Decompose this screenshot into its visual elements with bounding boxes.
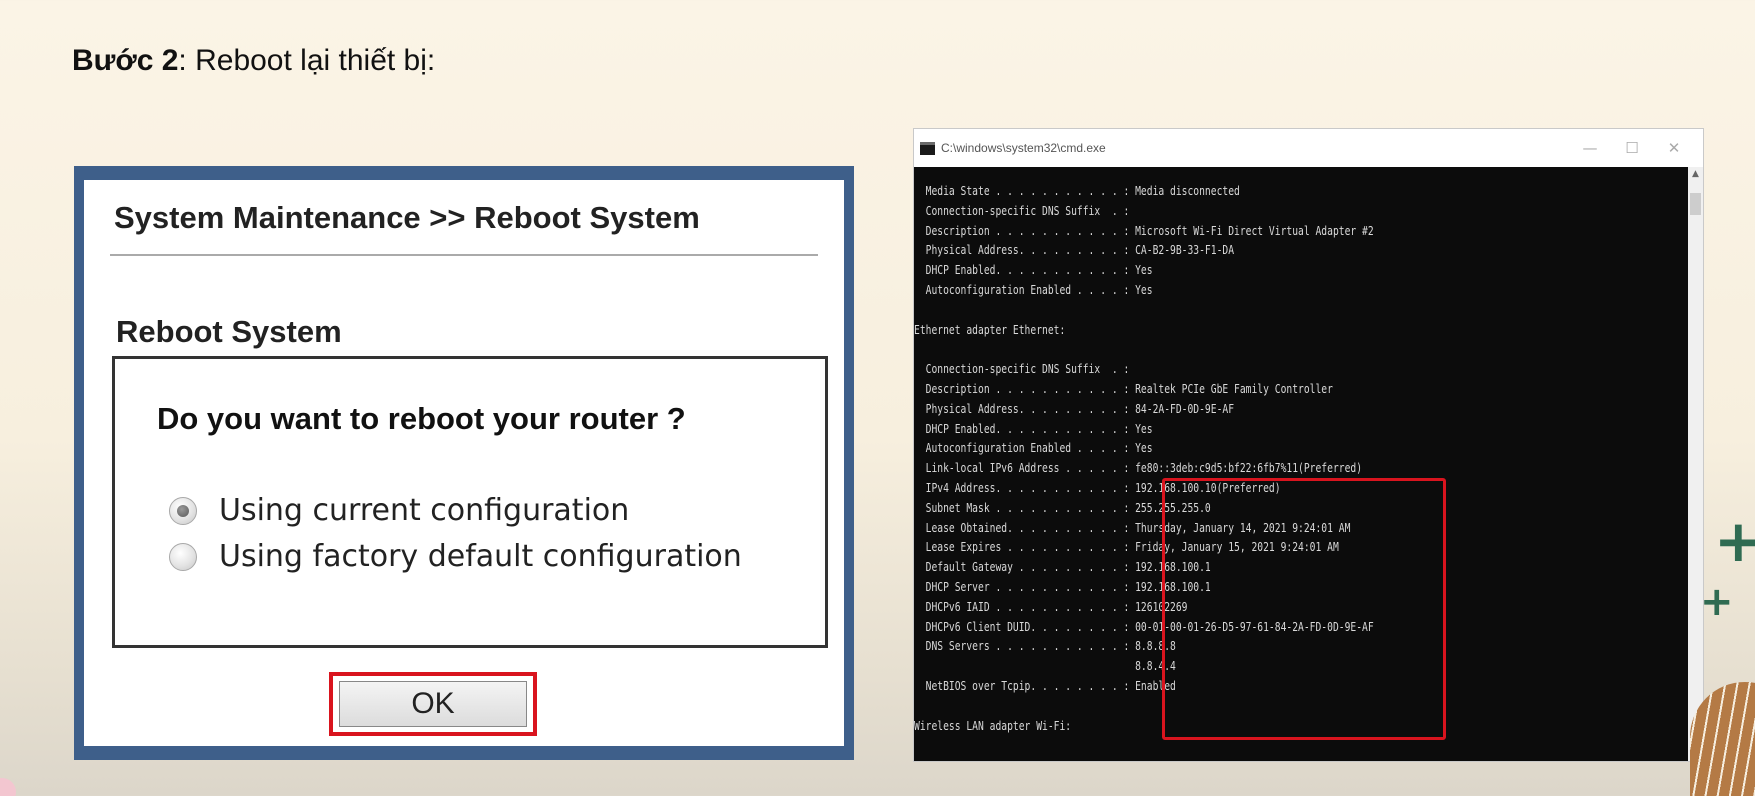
scroll-up-icon[interactable]: ▲ xyxy=(1688,167,1703,181)
ok-button[interactable]: OK xyxy=(339,681,527,727)
scroll-thumb[interactable] xyxy=(1690,193,1701,215)
close-icon[interactable]: ✕ xyxy=(1653,139,1695,157)
circle-decoration xyxy=(0,778,16,796)
ip-config-highlight xyxy=(1162,478,1446,740)
scrollbar[interactable]: ▲ ▼ xyxy=(1688,167,1703,761)
step-heading: Bước 2: Reboot lại thiết bị: xyxy=(72,44,435,78)
plus-decoration-icon: + xyxy=(1714,507,1755,575)
router-panel-content: System Maintenance >> Reboot System Rebo… xyxy=(84,180,844,746)
console-line: Physical Address. . . . . . . . . : 84-2… xyxy=(914,400,1235,416)
cmd-titlebar: C:\windows\system32\cmd.exe — ☐ ✕ xyxy=(914,129,1703,167)
radio-factory-default[interactable] xyxy=(169,542,197,571)
console-line: DHCP Enabled. . . . . . . . . . . : Yes xyxy=(914,262,1153,278)
plus-decoration-icon: + xyxy=(1700,579,1734,625)
radio-current-config[interactable] xyxy=(169,496,197,525)
option-label: Using current configuration xyxy=(219,493,630,528)
window-controls: — ☐ ✕ xyxy=(1569,129,1695,167)
reboot-question: Do you want to reboot your router ? xyxy=(157,401,686,436)
ok-button-highlight: OK xyxy=(329,672,537,736)
console-line: Autoconfiguration Enabled . . . . : Yes xyxy=(914,440,1153,456)
console-line: Description . . . . . . . . . . . : Real… xyxy=(914,380,1333,396)
console-line: Connection-specific DNS Suffix . : xyxy=(914,361,1130,377)
step-label: Bước 2 xyxy=(72,44,179,77)
cmd-title: C:\windows\system32\cmd.exe xyxy=(941,141,1106,155)
console-line: Physical Address. . . . . . . . . : CA-B… xyxy=(914,242,1235,258)
console-line: Autoconfiguration Enabled . . . . : Yes xyxy=(914,281,1153,297)
console-line: Description . . . . . . . . . . . : Micr… xyxy=(914,222,1374,238)
option-factory-default[interactable]: Using factory default configuration xyxy=(169,539,742,574)
console-line: Connection-specific DNS Suffix . : xyxy=(914,202,1130,218)
breadcrumb: System Maintenance >> Reboot System xyxy=(114,200,700,235)
console-icon xyxy=(920,141,935,155)
reboot-options-box: Do you want to reboot your router ? Usin… xyxy=(112,356,828,648)
console-line: Media State . . . . . . . . . . . : Medi… xyxy=(914,183,1240,198)
minimize-icon[interactable]: — xyxy=(1569,139,1611,157)
option-label: Using factory default configuration xyxy=(219,539,742,574)
divider xyxy=(110,254,818,256)
section-title: Reboot System xyxy=(116,314,342,349)
option-current-config[interactable]: Using current configuration xyxy=(169,493,629,528)
console-line: DHCP Enabled. . . . . . . . . . . : Yes xyxy=(914,420,1153,436)
maximize-icon[interactable]: ☐ xyxy=(1611,139,1653,157)
console-line: Link-local IPv6 Address . . . . . : fe80… xyxy=(914,460,1363,476)
console-line: Ethernet adapter Ethernet: xyxy=(914,321,1066,337)
router-reboot-panel: System Maintenance >> Reboot System Rebo… xyxy=(74,166,854,760)
step-description: : Reboot lại thiết bị: xyxy=(178,44,436,77)
